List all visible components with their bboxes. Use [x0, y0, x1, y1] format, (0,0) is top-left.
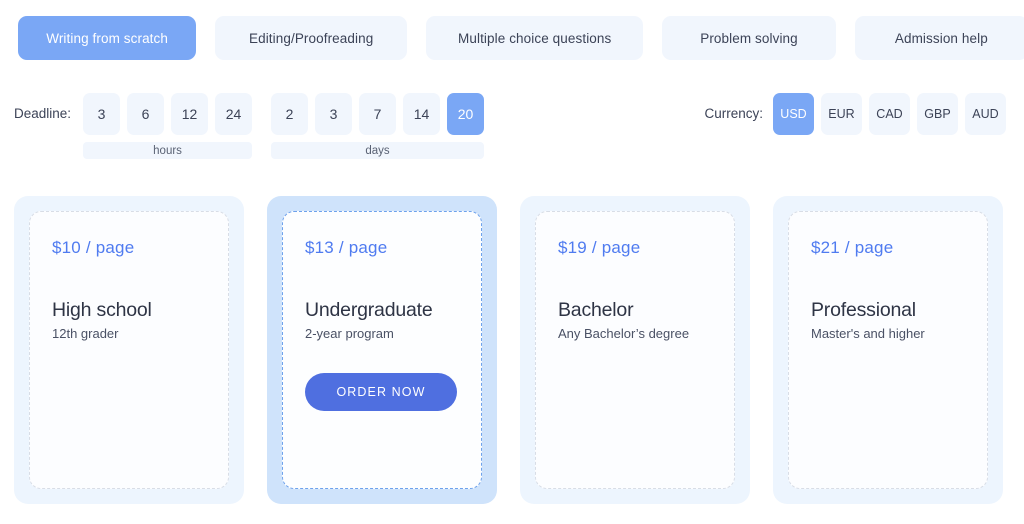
- card-price: $19 / page: [558, 238, 641, 257]
- card-title: Professional: [811, 299, 916, 321]
- deadline-chips-hours: 3 6 12 24: [83, 93, 253, 135]
- pricing-card-inner: $19 / page Bachelor Any Bachelor’s degre…: [535, 211, 735, 489]
- card-subtitle: Master's and higher: [811, 326, 925, 341]
- order-now-button[interactable]: ORDER NOW: [305, 373, 457, 411]
- pricing-calculator-page: Writing from scratch Editing/Proofreadin…: [0, 0, 1024, 524]
- card-subtitle: 2-year program: [305, 326, 394, 341]
- pricing-card-high-school[interactable]: $10 / page High school 12th grader: [14, 196, 244, 504]
- currency-option-aud[interactable]: AUD: [965, 93, 1006, 135]
- deadline-option-14-days[interactable]: 14: [403, 93, 441, 135]
- currency-chips: USD EUR CAD GBP AUD: [773, 93, 1006, 135]
- pricing-card-inner: $13 / page Undergraduate 2-year program …: [282, 211, 482, 489]
- deadline-option-12-hours[interactable]: 12: [171, 93, 209, 135]
- currency-option-usd[interactable]: USD: [773, 93, 814, 135]
- tab-multiple-choice-questions[interactable]: Multiple choice questions: [426, 16, 644, 60]
- deadline-option-7-days[interactable]: 7: [359, 93, 397, 135]
- card-price: $13 / page: [305, 238, 388, 257]
- deadline-option-3-hours[interactable]: 3: [83, 93, 121, 135]
- card-subtitle: Any Bachelor’s degree: [558, 326, 690, 341]
- deadline-unit-days: days: [271, 142, 485, 159]
- card-subtitle: 12th grader: [52, 326, 119, 341]
- card-price: $10 / page: [52, 238, 135, 257]
- pricing-card-professional[interactable]: $21 / page Professional Master's and hig…: [773, 196, 1003, 504]
- tab-editing-proofreading[interactable]: Editing/Proofreading: [215, 16, 408, 60]
- card-price: $21 / page: [811, 238, 894, 257]
- currency-option-eur[interactable]: EUR: [821, 93, 862, 135]
- currency-option-gbp[interactable]: GBP: [917, 93, 958, 135]
- pricing-card-list: $10 / page High school 12th grader $13 /…: [14, 196, 1010, 504]
- tab-problem-solving[interactable]: Problem solving: [662, 16, 836, 60]
- options-row: Deadline: 3 6 12 24 hours 2 3 7 14 20 da…: [0, 93, 1024, 163]
- deadline-group-hours: 3 6 12 24 hours: [83, 93, 253, 159]
- deadline-option-3-days[interactable]: 3: [315, 93, 353, 135]
- tab-admission-help[interactable]: Admission help: [854, 16, 1024, 60]
- pricing-card-inner: $10 / page High school 12th grader: [29, 211, 229, 489]
- pricing-card-inner: $21 / page Professional Master's and hig…: [788, 211, 988, 489]
- deadline-chips-days: 2 3 7 14 20: [271, 93, 485, 135]
- card-title: High school: [52, 299, 152, 321]
- card-title: Bachelor: [558, 299, 634, 321]
- pricing-card-bachelor[interactable]: $19 / page Bachelor Any Bachelor’s degre…: [520, 196, 750, 504]
- currency-label: Currency:: [704, 106, 763, 121]
- pricing-card-undergraduate[interactable]: $13 / page Undergraduate 2-year program …: [267, 196, 497, 504]
- deadline-option-24-hours[interactable]: 24: [215, 93, 253, 135]
- service-type-tabs: Writing from scratch Editing/Proofreadin…: [18, 16, 1024, 60]
- currency-option-cad[interactable]: CAD: [869, 93, 910, 135]
- currency-selector: Currency: USD EUR CAD GBP AUD: [704, 93, 1006, 135]
- deadline-option-20-days[interactable]: 20: [447, 93, 485, 135]
- deadline-unit-hours: hours: [83, 142, 253, 159]
- deadline-groups: 3 6 12 24 hours 2 3 7 14 20 days: [83, 93, 485, 159]
- tab-writing-from-scratch[interactable]: Writing from scratch: [18, 16, 197, 60]
- deadline-label: Deadline:: [14, 106, 72, 121]
- deadline-option-6-hours[interactable]: 6: [127, 93, 165, 135]
- deadline-group-days: 2 3 7 14 20 days: [271, 93, 485, 159]
- deadline-option-2-days[interactable]: 2: [271, 93, 309, 135]
- card-title: Undergraduate: [305, 299, 433, 321]
- deadline-selector: Deadline: 3 6 12 24 hours 2 3 7 14 20 da…: [14, 93, 485, 159]
